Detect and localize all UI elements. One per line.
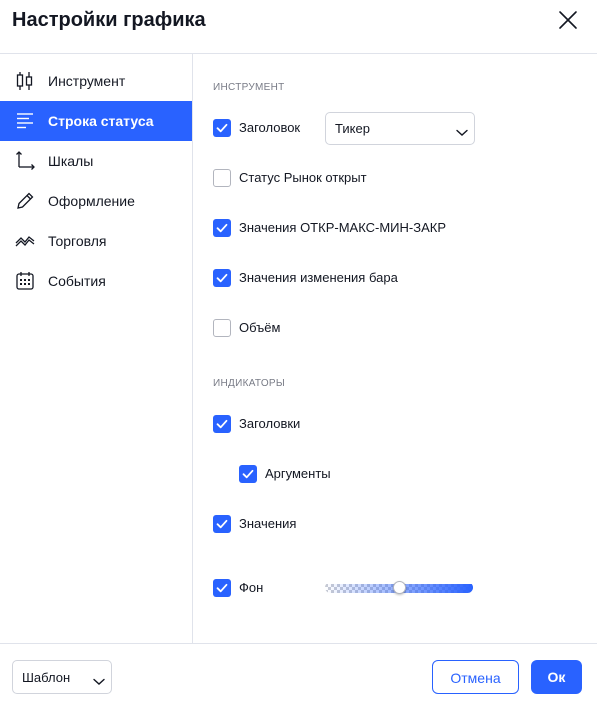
checkbox-checked[interactable] [213,219,231,237]
bar-change-values-checkbox[interactable]: Значения изменения бара [213,268,418,288]
chevron-down-icon [93,673,105,685]
ok-button[interactable]: Ок [531,660,582,694]
select-value: Шаблон [22,670,71,685]
sidebar-item-label: Инструмент [48,73,126,89]
dialog-title: Настройки графика [12,9,206,31]
indicator-background-checkbox[interactable]: Фон [213,578,283,598]
checkbox-label: Значения [239,516,297,531]
checkbox-label: Объём [239,320,281,335]
select-value: Тикер [335,121,370,136]
sidebar-item-label: Строка статуса [48,113,154,129]
settings-sidebar: Инструмент Строка статуса Шкалы Оформлен… [0,54,193,643]
sidebar-item-label: Оформление [48,193,135,209]
checkbox-checked[interactable] [213,579,231,597]
market-status-checkbox[interactable]: Статус Рынок открыт [213,168,383,188]
sidebar-item-events[interactable]: События [0,261,192,301]
checkbox-label: Заголовок [239,120,301,135]
section-title-indicators: ИНДИКАТОРЫ [213,378,286,389]
checkbox-checked[interactable] [213,415,231,433]
chevron-down-icon [456,124,468,136]
ohlc-values-checkbox[interactable]: Значения ОТКР-МАКС-МИН-ЗАКР [213,218,458,238]
ok-button-label: Ок [547,669,566,685]
title-type-select[interactable]: Тикер [325,112,475,145]
section-title-instrument: ИНСТРУМЕНТ [213,82,285,93]
checkbox-unchecked[interactable] [213,319,231,337]
close-icon[interactable] [557,9,579,31]
status-line-icon [15,111,35,131]
template-select[interactable]: Шаблон [12,660,112,694]
sidebar-item-label: Шкалы [48,153,94,169]
checkbox-checked[interactable] [213,269,231,287]
sidebar-item-trading[interactable]: Торговля [0,221,192,261]
slider-thumb[interactable] [393,581,406,594]
sidebar-item-appearance[interactable]: Оформление [0,181,192,221]
calendar-icon [15,271,35,291]
sidebar-item-label: Торговля [48,233,107,249]
cancel-button[interactable]: Отмена [432,660,519,694]
pencil-icon [15,191,35,211]
checkbox-label: Статус Рынок открыт [239,170,367,185]
cancel-button-label: Отмена [450,670,501,686]
indicator-values-checkbox[interactable]: Значения [213,514,313,534]
candles-icon [15,71,35,91]
sidebar-item-scales[interactable]: Шкалы [0,141,192,181]
sidebar-item-status-line[interactable]: Строка статуса [0,101,192,141]
checkbox-label: Заголовки [239,416,301,431]
checkbox-checked[interactable] [213,119,231,137]
checkbox-label: Значения изменения бара [239,270,398,285]
title-checkbox[interactable]: Заголовок [213,118,313,138]
trading-icon [15,231,35,251]
dialog-header: Настройки графика [0,0,597,54]
checkbox-label: Значения ОТКР-МАКС-МИН-ЗАКР [239,220,446,235]
indicator-titles-checkbox[interactable]: Заголовки [213,414,323,434]
scales-icon [15,151,35,171]
sidebar-item-instrument[interactable]: Инструмент [0,61,192,101]
checkbox-label: Аргументы [265,466,331,481]
checkbox-unchecked[interactable] [213,169,231,187]
checkbox-checked[interactable] [213,515,231,533]
indicator-arguments-checkbox[interactable]: Аргументы [239,464,349,484]
checkbox-label: Фон [239,580,264,595]
checkbox-checked[interactable] [239,465,257,483]
sidebar-item-label: События [48,273,106,289]
volume-checkbox[interactable]: Объём [213,318,303,338]
